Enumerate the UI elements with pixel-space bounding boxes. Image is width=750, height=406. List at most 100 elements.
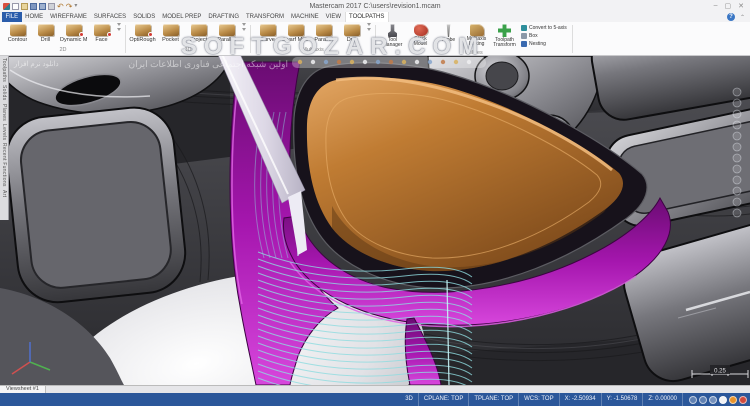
tab-model-prep[interactable]: MODEL PREP — [159, 12, 205, 22]
new-file-icon[interactable] — [12, 2, 19, 10]
watermark-corner-text: دانلود نرم افزار — [13, 60, 59, 68]
panel-tab-planes[interactable]: Planes — [1, 104, 7, 121]
ribbon-group-multiaxis: Curve Swarf Milli... Parallel Drill Mult… — [252, 23, 374, 55]
face-icon — [93, 24, 112, 37]
stock-model-icon — [413, 24, 428, 36]
new-feature-badge — [106, 32, 112, 37]
optirough-icon — [134, 24, 153, 37]
button-multiaxis-linking[interactable]: Multiaxis Linking — [463, 23, 490, 48]
panel-tab-recent-functions[interactable]: Recent Functions — [1, 143, 7, 187]
tab-view[interactable]: VIEW — [322, 12, 344, 22]
status-y-coordinate: Y: -1.50678 — [602, 393, 644, 406]
status-mode-toggle[interactable]: 3D — [400, 393, 419, 406]
ribbon-group-2d: Contour Drill Dynamic Mill Face 2D — [2, 23, 124, 55]
button-toolpath-transform[interactable]: Toolpath Transform — [491, 23, 518, 49]
button-dynamic-mill[interactable]: Dynamic Mill — [60, 23, 87, 43]
tab-surfaces[interactable]: SURFACES — [90, 12, 129, 22]
parallel-multiaxis-icon — [315, 24, 332, 36]
scale-label: 0.25 — [714, 369, 726, 375]
status-circle — [719, 395, 727, 404]
status-circle — [689, 395, 697, 404]
ribbon-toolpaths-pane: Contour Drill Dynamic Mill Face 2D — [0, 22, 750, 56]
status-x-coordinate: X: -2.50934 — [560, 393, 602, 406]
button-contour[interactable]: Contour — [4, 23, 31, 43]
qat-customize-icon[interactable]: ▾ — [74, 3, 77, 10]
status-circle — [709, 395, 717, 404]
viewsheet-bar: Viewsheet #1 — [0, 385, 750, 393]
ribbon-extras: ? ⌃ — [726, 12, 750, 22]
gallery-scroll-multiaxis[interactable] — [366, 23, 372, 31]
button-probe[interactable]: Probe — [435, 23, 462, 43]
save-icon[interactable] — [30, 2, 37, 10]
button-box[interactable]: Box — [521, 33, 567, 39]
close-button[interactable]: ✕ — [738, 2, 744, 10]
save-all-icon[interactable] — [39, 2, 46, 10]
print-icon[interactable] — [48, 2, 55, 10]
tab-solids[interactable]: SOLIDS — [130, 12, 159, 22]
redo-icon[interactable]: ↷ — [66, 2, 73, 10]
status-circle — [729, 395, 737, 404]
parallel-icon — [218, 24, 235, 36]
button-nesting[interactable]: Nesting — [521, 41, 567, 47]
left-panel-tab-strip: Toolpaths Solids Planes Levels Recent Fu… — [0, 56, 9, 220]
status-watermark-icons — [689, 395, 747, 404]
panel-tab-toolpaths[interactable]: Toolpaths — [1, 58, 7, 82]
minimize-button[interactable]: – — [714, 2, 718, 10]
toolpath-transform-icon — [498, 24, 511, 37]
ribbon-group-3d: OptiRough Pocket Project Parallel 3D — [127, 23, 249, 55]
button-curve[interactable]: Curve — [254, 23, 281, 43]
viewsheet-tab[interactable]: Viewsheet #1 — [0, 386, 46, 393]
button-swarf-milling[interactable]: Swarf Milli... — [282, 23, 309, 43]
undo-icon[interactable]: ↶ — [57, 2, 64, 10]
quick-access-toolbar: ↶ ↷ ▾ — [0, 0, 77, 12]
tab-drafting[interactable]: DRAFTING — [205, 12, 243, 22]
group-label-3d: 3D — [184, 47, 192, 53]
tab-transform[interactable]: TRANSFORM — [243, 12, 288, 22]
tab-file[interactable]: FILE — [2, 12, 22, 22]
ribbon-group-utilities: Tool Manager Stock Model Probe Multiaxis… — [377, 23, 571, 56]
title-bar: ↶ ↷ ▾ Mastercam 2017 C:\users\revision1.… — [0, 0, 750, 12]
help-icon[interactable]: ? — [726, 13, 735, 21]
button-parallel-multiaxis[interactable]: Parallel — [310, 23, 337, 43]
button-stock-model[interactable]: Stock Model — [407, 23, 434, 48]
contour-icon — [9, 24, 26, 36]
status-z-coordinate: Z: 0.00000 — [643, 393, 683, 406]
status-cplane[interactable]: CPLANE: TOP — [419, 393, 470, 406]
collapse-ribbon-icon[interactable]: ⌃ — [740, 14, 745, 21]
tab-machine[interactable]: MACHINE — [288, 12, 323, 22]
button-drill-2d[interactable]: Drill — [32, 23, 59, 43]
button-project[interactable]: Project — [185, 23, 212, 43]
dynamic-mill-icon — [65, 24, 84, 37]
group-separator — [571, 25, 573, 53]
status-circle — [699, 395, 707, 404]
maximize-button[interactable]: ▢ — [725, 2, 732, 10]
button-convert-to-5axis[interactable]: Convert to 5-axis — [521, 25, 567, 31]
tab-home[interactable]: HOME — [22, 12, 47, 22]
status-tplane[interactable]: TPLANE: TOP — [469, 393, 520, 406]
window-controls: – ▢ ✕ — [714, 2, 750, 10]
gallery-scroll-3d[interactable] — [241, 23, 247, 31]
status-circle — [739, 395, 747, 404]
graphics-viewport[interactable]: 0.25 اولین شبکه اجتماعی فناوری اطلاعات ا… — [0, 56, 750, 385]
pocket-icon — [162, 24, 179, 36]
gallery-scroll-2d[interactable] — [116, 23, 122, 31]
mastercam-logo-icon[interactable] — [3, 2, 10, 10]
button-parallel-3d[interactable]: Parallel — [213, 23, 240, 43]
button-pocket[interactable]: Pocket — [157, 23, 184, 43]
new-feature-badge — [147, 32, 153, 37]
button-tool-manager[interactable]: Tool Manager — [379, 23, 406, 49]
panel-tab-solids[interactable]: Solids — [1, 85, 7, 100]
open-file-icon[interactable] — [21, 2, 28, 10]
ribbon-tab-bar: FILE HOME WIREFRAME SURFACES SOLIDS MODE… — [0, 12, 750, 22]
button-face[interactable]: Face — [88, 23, 115, 43]
button-drill-multiaxis[interactable]: Drill — [338, 23, 365, 43]
panel-tab-levels[interactable]: Levels — [1, 124, 7, 140]
new-feature-badge — [78, 32, 84, 37]
panel-tab-art[interactable]: Art — [1, 190, 7, 197]
mastercam-window: ↶ ↷ ▾ Mastercam 2017 C:\users\revision1.… — [0, 0, 750, 406]
tab-toolpaths[interactable]: TOOLPATHS — [344, 12, 389, 22]
status-wcs[interactable]: WCS: TOP — [519, 393, 560, 406]
tab-wireframe[interactable]: WIREFRAME — [47, 12, 91, 22]
probe-icon — [446, 24, 451, 37]
button-optirough[interactable]: OptiRough — [129, 23, 156, 43]
